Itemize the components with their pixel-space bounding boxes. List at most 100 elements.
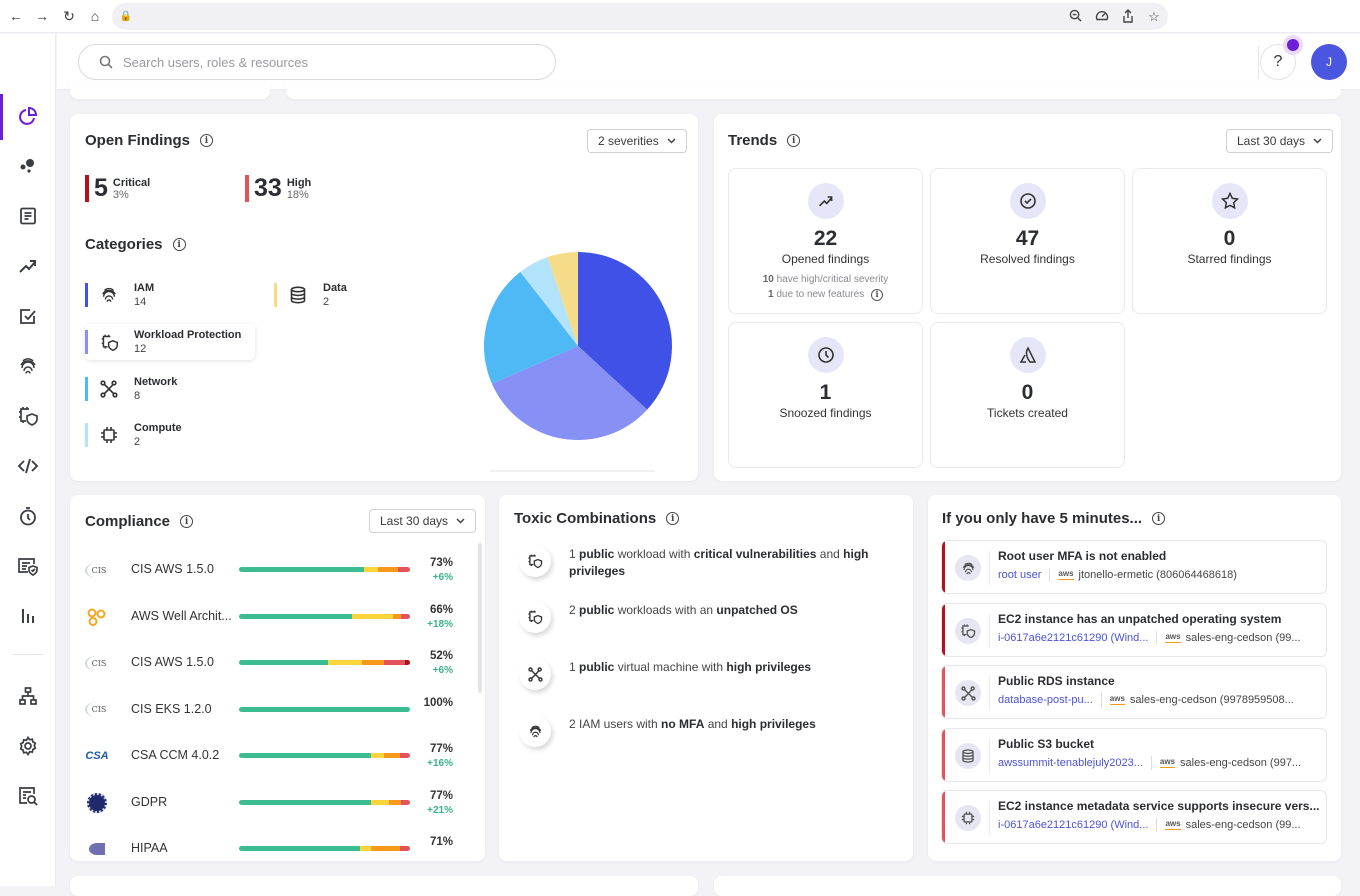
pie-chart-icon bbox=[18, 106, 38, 126]
header-divider bbox=[1258, 46, 1259, 78]
info-icon[interactable]: i bbox=[787, 134, 800, 147]
sidebar-item-audit[interactable] bbox=[0, 776, 56, 816]
compliance-name: CIS EKS 1.2.0 bbox=[131, 702, 212, 716]
code-icon bbox=[17, 456, 39, 476]
toxic-combination-item[interactable]: 1 public virtual machine with high privi… bbox=[519, 658, 889, 690]
sidebar-item-trends[interactable] bbox=[0, 246, 56, 286]
info-icon[interactable]: i bbox=[666, 512, 679, 525]
trend-tile-resolved[interactable]: 47 Resolved findings bbox=[930, 168, 1125, 314]
chevron-down-icon bbox=[1313, 138, 1322, 144]
trend-tile-snoozed[interactable]: 1 Snoozed findings bbox=[728, 322, 923, 468]
category-workload-protection[interactable]: Workload Protection12 bbox=[85, 324, 255, 360]
severity-high[interactable]: 33 High18% bbox=[245, 174, 311, 203]
compliance-progress-bar bbox=[239, 707, 410, 712]
trend-up-icon bbox=[818, 193, 834, 209]
info-icon[interactable]: i bbox=[871, 289, 883, 301]
trends-card: Trendsi Last 30 days 22 Opened findings … bbox=[714, 114, 1341, 481]
trends-period-dropdown[interactable]: Last 30 days bbox=[1226, 129, 1333, 153]
sidebar-item-explore[interactable] bbox=[0, 146, 56, 186]
compliance-bar-segment bbox=[239, 753, 371, 758]
trend-label: Tickets created bbox=[931, 406, 1124, 420]
home-icon[interactable]: ⌂ bbox=[87, 8, 103, 24]
finding-title: Public S3 bucket bbox=[998, 737, 1094, 751]
performance-icon[interactable] bbox=[1094, 9, 1110, 25]
sidebar-item-compliance[interactable] bbox=[0, 546, 56, 586]
severity-critical[interactable]: 5 Critical3% bbox=[85, 174, 150, 203]
sidebar-item-identity[interactable] bbox=[0, 346, 56, 386]
sidebar-item-settings[interactable] bbox=[0, 726, 56, 766]
finding-item[interactable]: EC2 instance has an unpatched operating … bbox=[941, 603, 1327, 657]
trend-value: 1 bbox=[729, 381, 922, 405]
info-icon[interactable]: i bbox=[180, 515, 193, 528]
divider bbox=[1101, 693, 1102, 707]
toxic-combination-item[interactable]: 2 IAM users with no MFA and high privile… bbox=[519, 715, 889, 747]
category-iam[interactable]: IAM14 bbox=[85, 277, 154, 313]
finding-resource-link[interactable]: i-0617a6e2121c61290 (Wind... bbox=[998, 632, 1148, 644]
sidebar-item-timeline[interactable] bbox=[0, 496, 56, 536]
info-icon[interactable]: i bbox=[200, 134, 213, 147]
sidebar-item-code[interactable] bbox=[0, 446, 56, 486]
reload-icon[interactable]: ↻ bbox=[61, 8, 77, 24]
sidebar-item-reports[interactable] bbox=[0, 596, 56, 636]
sidebar-item-findings[interactable] bbox=[0, 196, 56, 236]
compliance-delta: +6% bbox=[433, 572, 453, 583]
finding-resource-link[interactable]: i-0617a6e2121c61290 (Wind... bbox=[998, 819, 1148, 831]
compliance-row[interactable]: GDPR 77% +21% bbox=[70, 784, 470, 824]
trend-tile-opened[interactable]: 22 Opened findings 10 have high/critical… bbox=[728, 168, 923, 314]
compliance-period-dropdown[interactable]: Last 30 days bbox=[369, 509, 476, 533]
compliance-row[interactable]: CIS CIS AWS 1.5.0 52% +6% bbox=[70, 644, 470, 684]
network-icon bbox=[955, 680, 981, 706]
category-data[interactable]: Data2 bbox=[274, 277, 347, 313]
finding-resource-link[interactable]: root user bbox=[998, 569, 1041, 581]
compliance-row[interactable]: CIS CIS AWS 1.5.0 73% +6% bbox=[70, 551, 470, 591]
hierarchy-icon bbox=[18, 686, 38, 706]
compliance-row[interactable]: CIS CIS EKS 1.2.0 100% bbox=[70, 691, 470, 731]
aws-logo-icon: aws bbox=[1165, 820, 1180, 830]
search-input[interactable]: Search users, roles & resources bbox=[78, 44, 556, 80]
back-icon[interactable]: ← bbox=[8, 8, 24, 24]
sidebar-item-tasks[interactable] bbox=[0, 296, 56, 336]
bookmark-star-icon[interactable]: ☆ bbox=[1146, 9, 1162, 25]
trends-period-value: Last 30 days bbox=[1237, 134, 1305, 148]
compliance-row[interactable]: HIPAA 71% bbox=[70, 830, 470, 861]
trend-tile-tickets[interactable]: 0 Tickets created bbox=[930, 322, 1125, 468]
category-name: IAM bbox=[134, 281, 154, 295]
avatar-initial: J bbox=[1326, 55, 1332, 69]
toxic-combination-item[interactable]: 1 public workload with critical vulnerab… bbox=[519, 545, 889, 580]
compliance-pct: 100% bbox=[424, 697, 453, 709]
compliance-name: AWS Well Archit... bbox=[131, 609, 232, 623]
info-icon[interactable]: i bbox=[173, 238, 186, 251]
category-compute[interactable]: Compute2 bbox=[85, 417, 182, 453]
severity-pct: 3% bbox=[113, 189, 150, 201]
toxic-combination-item[interactable]: 2 public workloads with an unpatched OS bbox=[519, 601, 889, 633]
network-icon bbox=[100, 380, 118, 398]
finding-item[interactable]: Root user MFA is not enabled root user a… bbox=[941, 540, 1327, 594]
finding-item[interactable]: Public S3 bucket awssummit-tenablejuly20… bbox=[941, 728, 1327, 782]
info-icon[interactable]: i bbox=[1152, 512, 1165, 525]
document-icon bbox=[18, 206, 38, 226]
share-icon[interactable] bbox=[1120, 9, 1136, 25]
compliance-row[interactable]: AWS Well Archit... 66% +18% bbox=[70, 598, 470, 638]
compliance-name: CIS AWS 1.5.0 bbox=[131, 655, 214, 669]
compliance-bar-segment bbox=[239, 800, 371, 805]
sidebar-item-organization[interactable] bbox=[0, 676, 56, 716]
compliance-scrollbar[interactable] bbox=[478, 543, 482, 693]
user-avatar[interactable]: J bbox=[1311, 44, 1347, 80]
divider bbox=[989, 739, 990, 773]
finding-resource-link[interactable]: database-post-pu... bbox=[998, 694, 1093, 706]
finding-resource-link[interactable]: awssummit-tenablejuly2023... bbox=[998, 757, 1143, 769]
address-bar[interactable]: 🔒 ☆ bbox=[112, 3, 1168, 30]
finding-item[interactable]: EC2 instance metadata service supports i… bbox=[941, 790, 1327, 844]
trend-tile-starred[interactable]: 0 Starred findings bbox=[1132, 168, 1327, 314]
aws-logo-icon: aws bbox=[1110, 695, 1125, 705]
sidebar-item-dashboard[interactable] bbox=[0, 96, 56, 136]
finding-item[interactable]: Public RDS instance database-post-pu... … bbox=[941, 665, 1327, 719]
severity-filter-dropdown[interactable]: 2 severities bbox=[587, 129, 687, 153]
compliance-row[interactable]: CSA CSA CCM 4.0.2 77% +16% bbox=[70, 737, 470, 777]
divider bbox=[989, 614, 990, 648]
forward-icon[interactable]: → bbox=[34, 8, 50, 24]
sidebar-item-workload-protection[interactable] bbox=[0, 396, 56, 436]
clock-icon bbox=[817, 346, 835, 364]
zoom-icon[interactable] bbox=[1067, 9, 1083, 25]
category-network[interactable]: Network8 bbox=[85, 371, 177, 407]
